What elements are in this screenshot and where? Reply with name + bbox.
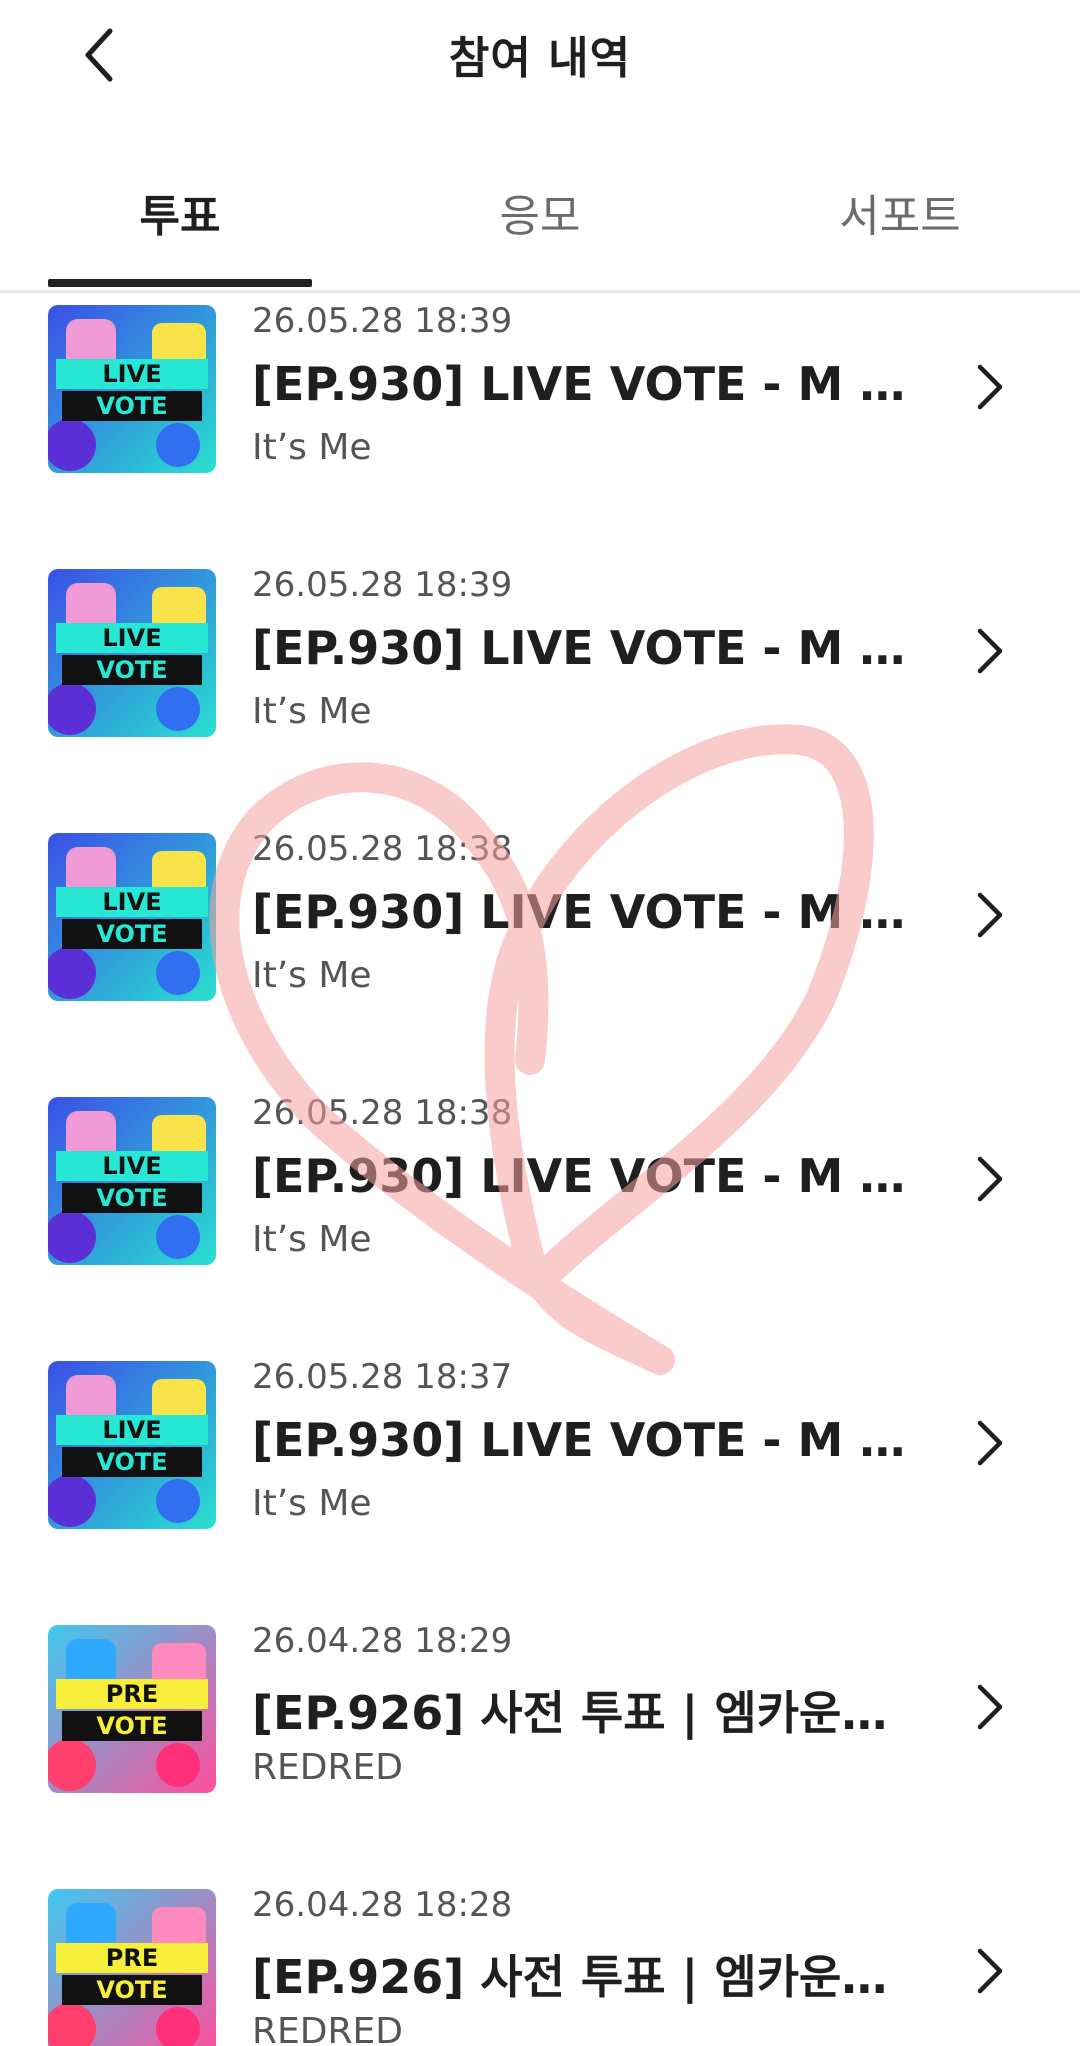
vote-date: 26.05.28 18:39 <box>252 301 513 341</box>
chevron-right-icon <box>977 1684 1003 1730</box>
thumb-label-top: PRE <box>105 1680 159 1708</box>
thumb-label-bottom: VOTE <box>96 1976 168 2004</box>
chevron-right-icon <box>977 364 1003 410</box>
list-item[interactable]: LIVE VOTE 26.05.28 18:37 [EP.930] LIVE VOTE… <box>0 1353 1080 1533</box>
vote-thumbnail: PRE VOTE <box>48 1889 216 2046</box>
vote-candidate: It’s Me <box>252 427 372 468</box>
vote-thumbnail: LIVE VOTE <box>48 833 216 1001</box>
vote-title: [EP.926] 사전 투표 | 엠카운트... <box>252 1686 912 1740</box>
thumb-label-top: LIVE <box>102 1152 162 1180</box>
vote-date: 26.05.28 18:37 <box>252 1357 513 1397</box>
vote-thumbnail: LIVE VOTE <box>48 1097 216 1265</box>
thumb-label-bottom: VOTE <box>96 392 168 420</box>
page-title: 참여 내역 <box>448 33 632 84</box>
vote-candidate: It’s Me <box>252 691 372 732</box>
chevron-right-icon <box>977 1156 1003 1202</box>
tab-label: 응모 <box>499 191 581 242</box>
tab-label: 서포트 <box>839 191 961 242</box>
vote-thumbnail: PRE VOTE <box>48 1625 216 1793</box>
thumb-label-bottom: VOTE <box>96 1712 168 1740</box>
vote-date: 26.04.28 18:29 <box>252 1621 513 1661</box>
list-item[interactable]: LIVE VOTE 26.05.28 18:39 [EP.930] LIVE VOTE… <box>0 297 1080 477</box>
tab-entry[interactable]: 응모 <box>408 180 672 290</box>
vote-title: [EP.930] LIVE VOTE - M CO... <box>252 621 912 675</box>
list-item[interactable]: PRE VOTE 26.04.28 18:28 [EP.926] 사전 투표 | 엠카… <box>0 1881 1080 2046</box>
thumb-label-top: LIVE <box>102 624 162 652</box>
vote-date: 26.04.28 18:28 <box>252 1885 513 1925</box>
chevron-right-icon <box>977 892 1003 938</box>
vote-title: [EP.930] LIVE VOTE - M CO... <box>252 885 912 939</box>
thumb-label-bottom: VOTE <box>96 920 168 948</box>
thumb-label-top: LIVE <box>102 888 162 916</box>
vote-candidate: REDRED <box>252 1747 403 1788</box>
list-item[interactable]: LIVE VOTE 26.05.28 18:38 [EP.930] LIVE VOTE… <box>0 825 1080 1005</box>
thumb-label-bottom: VOTE <box>96 1184 168 1212</box>
thumb-label-top: LIVE <box>102 1416 162 1444</box>
vote-date: 26.05.28 18:38 <box>252 829 513 869</box>
vote-title: [EP.930] LIVE VOTE - M CO... <box>252 1149 912 1203</box>
vote-date: 26.05.28 18:38 <box>252 1093 513 1133</box>
vote-thumbnail: LIVE VOTE <box>48 1361 216 1529</box>
header: 참여 내역 <box>0 0 1080 110</box>
vote-title: [EP.926] 사전 투표 | 엠카운트... <box>252 1950 912 2004</box>
vote-candidate: It’s Me <box>252 955 372 996</box>
vote-date: 26.05.28 18:39 <box>252 565 513 605</box>
vote-candidate: It’s Me <box>252 1483 372 1524</box>
vote-thumbnail: LIVE VOTE <box>48 305 216 473</box>
chevron-right-icon <box>977 1420 1003 1466</box>
thumb-label-top: LIVE <box>102 360 162 388</box>
thumb-label-bottom: VOTE <box>96 656 168 684</box>
tab-vote[interactable]: 투표 <box>48 180 312 290</box>
list-item[interactable]: LIVE VOTE 26.05.28 18:38 [EP.930] LIVE VOTE… <box>0 1089 1080 1269</box>
vote-title: [EP.930] LIVE VOTE - M CO... <box>252 1413 912 1467</box>
tab-support[interactable]: 서포트 <box>768 180 1032 290</box>
thumb-label-top: PRE <box>105 1944 159 1972</box>
vote-thumbnail: LIVE VOTE <box>48 569 216 737</box>
vote-candidate: It’s Me <box>252 1219 372 1260</box>
thumb-label-bottom: VOTE <box>96 1448 168 1476</box>
list-item[interactable]: LIVE VOTE 26.05.28 18:39 [EP.930] LIVE VOTE… <box>0 561 1080 741</box>
tab-label: 투표 <box>139 191 221 242</box>
vote-title: [EP.930] LIVE VOTE - M CO... <box>252 357 912 411</box>
vote-candidate: REDRED <box>252 2011 403 2046</box>
vote-history-list: LIVE VOTE 26.05.28 18:39 [EP.930] LIVE VOTE… <box>0 293 1080 2046</box>
chevron-right-icon <box>977 628 1003 674</box>
list-item[interactable]: PRE VOTE 26.04.28 18:29 [EP.926] 사전 투표 | 엠카… <box>0 1617 1080 1797</box>
active-tab-indicator <box>48 279 312 287</box>
chevron-right-icon <box>977 1948 1003 1994</box>
tab-bar: 투표 응모 서포트 <box>0 160 1080 293</box>
